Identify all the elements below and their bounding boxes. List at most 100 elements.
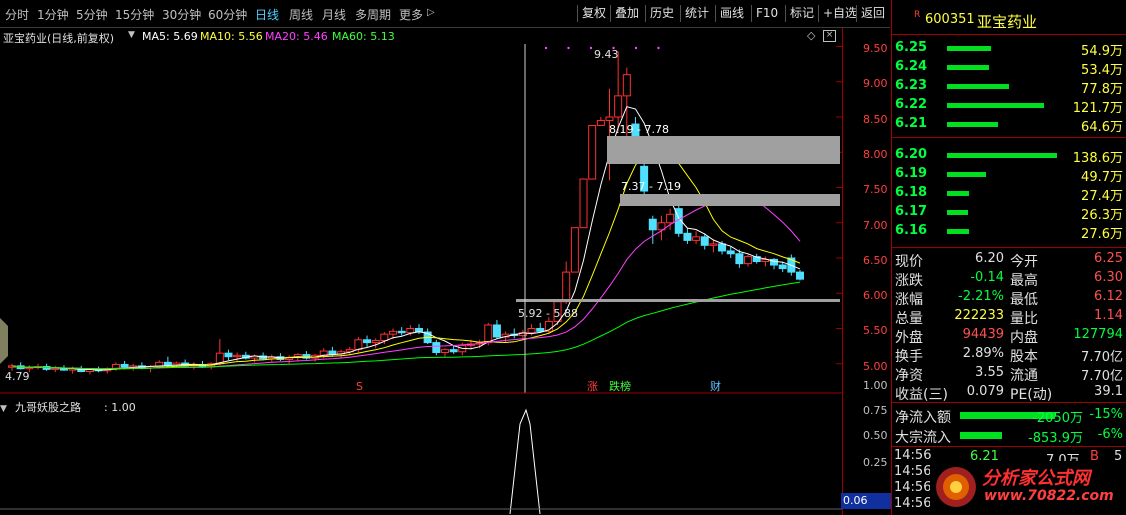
tab-more[interactable]: 更多 [399, 6, 423, 23]
ask-bar [947, 84, 1009, 89]
bid-price: 6.19 [895, 166, 928, 181]
candle[interactable] [700, 236, 709, 246]
ask-row[interactable]: 6.23 77.8万 [892, 76, 1126, 97]
candle[interactable] [536, 328, 545, 332]
tab-multi-period[interactable]: 多周期 [355, 6, 391, 23]
bid-row[interactable]: 6.18 27.4万 [892, 183, 1126, 204]
bid-price: 6.16 [895, 223, 928, 238]
candle[interactable] [120, 363, 129, 368]
candle[interactable] [371, 339, 380, 344]
ask-price: 6.24 [895, 59, 928, 74]
candle[interactable] [380, 333, 389, 341]
ask-row[interactable]: 6.21 64.6万 [892, 114, 1126, 135]
close-icon[interactable]: × [823, 30, 836, 42]
candle[interactable] [397, 330, 406, 334]
candle[interactable] [406, 328, 415, 334]
bid-row[interactable]: 6.20 138.6万 [892, 145, 1126, 166]
f10-button[interactable]: F10 [751, 5, 782, 22]
stat-label: 总量 [895, 311, 923, 327]
candle[interactable] [354, 339, 363, 351]
left-scroll-handle[interactable] [0, 318, 8, 364]
range3-label: 5.92 - 5.88 [518, 307, 578, 320]
candle[interactable] [614, 95, 623, 118]
candle[interactable] [718, 243, 727, 252]
overlay-button[interactable]: 叠加 [610, 5, 643, 22]
mark-cai[interactable]: 财 [710, 379, 721, 393]
tab-daily[interactable]: 日线 [255, 6, 279, 23]
stat-value: 6.25 [1094, 251, 1123, 266]
candle[interactable] [683, 232, 692, 241]
candle[interactable] [735, 253, 744, 265]
tab-60min[interactable]: 60分钟 [208, 6, 247, 23]
ma-toggle-icon[interactable]: ▼ [128, 30, 135, 40]
candle[interactable] [562, 271, 571, 303]
candle[interactable] [233, 354, 242, 358]
more-arrow-icon[interactable]: ▷ [427, 7, 435, 18]
range2-label: 7.37 - 7.19 [621, 180, 681, 193]
bid-row[interactable]: 6.16 27.6万 [892, 221, 1126, 242]
ask-row[interactable]: 6.22 121.7万 [892, 95, 1126, 116]
ask-row[interactable]: 6.24 53.4万 [892, 57, 1126, 78]
candle[interactable] [622, 74, 631, 97]
candle[interactable] [484, 324, 493, 344]
candle[interactable] [224, 352, 233, 358]
candle[interactable] [588, 124, 597, 180]
candle[interactable] [432, 342, 441, 353]
stats-button[interactable]: 统计 [680, 5, 713, 22]
tab-weekly[interactable]: 周线 [289, 6, 313, 23]
bid-row[interactable]: 6.17 26.3万 [892, 202, 1126, 223]
tab-monthly[interactable]: 月线 [322, 6, 346, 23]
bid-row[interactable]: 6.19 49.7万 [892, 164, 1126, 185]
low-label: 4.79 [5, 370, 30, 383]
candle[interactable] [648, 218, 657, 231]
candle[interactable] [605, 116, 614, 122]
candle[interactable] [579, 178, 588, 229]
candle[interactable] [389, 330, 398, 335]
tab-15min[interactable]: 15分钟 [115, 6, 154, 23]
indicator-toggle-icon[interactable]: ▼ [0, 404, 7, 414]
tab-1min[interactable]: 1分钟 [37, 6, 69, 23]
bid-bar [947, 191, 969, 196]
back-button[interactable]: 返回 [856, 5, 889, 22]
candle[interactable] [527, 328, 536, 334]
fuquan-button[interactable]: 复权 [577, 5, 610, 22]
candle[interactable] [163, 361, 172, 366]
ask-bar [947, 122, 998, 127]
add-watchlist-button[interactable]: +自选 [818, 5, 861, 22]
candle[interactable] [709, 243, 718, 246]
ask-bar [947, 65, 989, 70]
mark-s[interactable]: S [356, 380, 363, 393]
tab-5min[interactable]: 5分钟 [76, 6, 108, 23]
candle[interactable] [596, 120, 605, 126]
candle[interactable] [363, 339, 372, 344]
mark-diebang[interactable]: 跌榜 [609, 379, 631, 393]
kline-chart[interactable]: 9.43 8.19 - 7.78 7.37 - 7.19 5.92 - 5.88… [0, 44, 842, 515]
watermark: 分析家公式网 www.70822.com [930, 461, 1126, 513]
flow-label: 净流入额 [895, 410, 951, 426]
candle[interactable] [440, 349, 449, 353]
ask-row[interactable]: 6.25 54.9万 [892, 38, 1126, 59]
history-button[interactable]: 历史 [645, 5, 678, 22]
candle[interactable] [328, 350, 337, 355]
tab-fenshi[interactable]: 分时 [5, 6, 29, 23]
candle[interactable] [796, 271, 804, 280]
candle[interactable] [744, 256, 753, 265]
candle[interactable] [692, 236, 701, 241]
candle[interactable] [449, 349, 458, 353]
candle[interactable] [726, 250, 735, 255]
candle[interactable] [778, 264, 787, 270]
tick-list[interactable]: 14:5614:5614:5614:56 6.21 7.0万 B 5 分析家公式… [894, 448, 1126, 515]
signal-dot [544, 46, 548, 50]
ma10-line [11, 148, 801, 370]
mark-zhang[interactable]: 涨 [587, 380, 598, 393]
candle[interactable] [666, 213, 675, 224]
mark-button[interactable]: 标记 [785, 5, 818, 22]
diamond-icon[interactable]: ◇ [807, 29, 815, 42]
candle[interactable] [570, 227, 579, 273]
draw-button[interactable]: 画线 [715, 5, 748, 22]
signal-dot [589, 46, 593, 50]
stat-row: 外盘 94439 内盘 127794 [892, 326, 1126, 346]
stat-label: 最低 [1010, 292, 1038, 308]
tab-30min[interactable]: 30分钟 [162, 6, 201, 23]
candle[interactable] [492, 324, 501, 338]
